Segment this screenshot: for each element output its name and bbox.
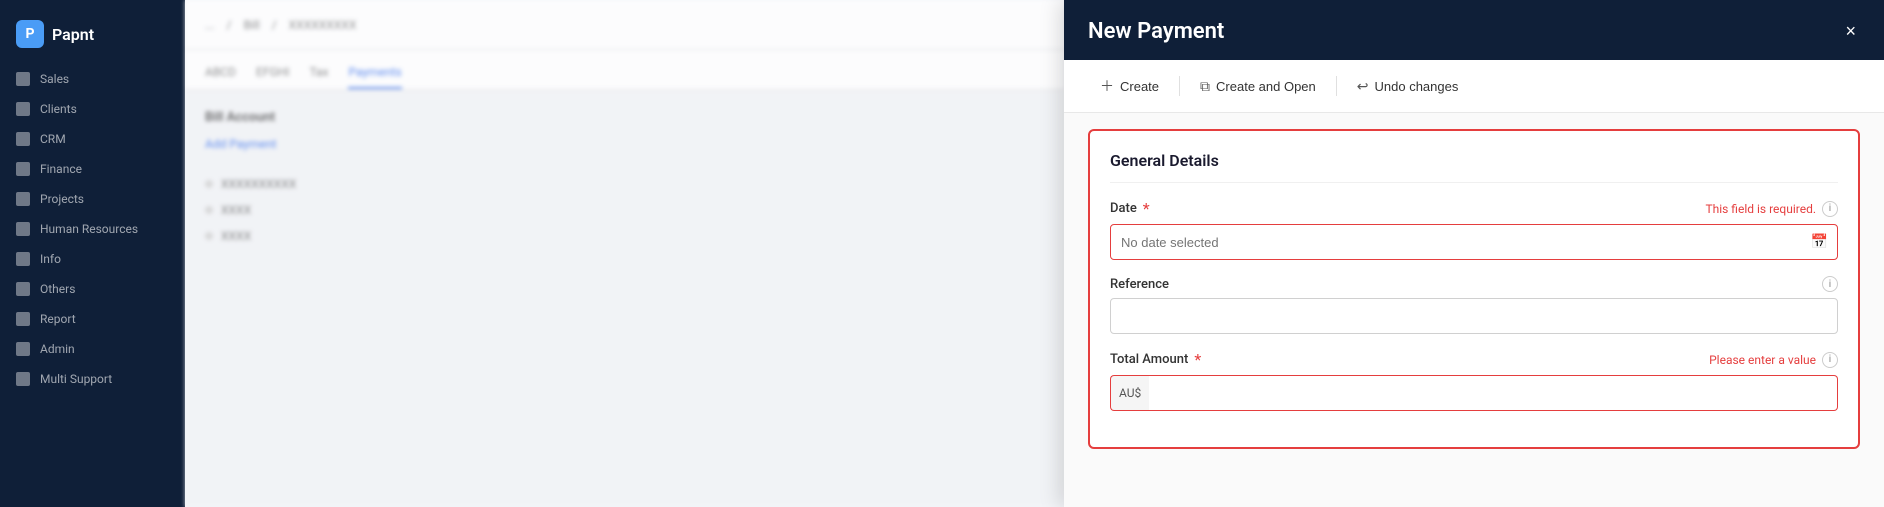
report-icon [16, 312, 30, 326]
multi-support-icon [16, 372, 30, 386]
breadcrumb-part-1: ... [205, 18, 215, 32]
reference-input[interactable] [1110, 298, 1838, 334]
add-payment-link[interactable]: Add Payment [205, 137, 1044, 151]
list-dot [205, 180, 213, 188]
date-error-message: This field is required. [1705, 202, 1816, 216]
sidebar-item-crm[interactable]: CRM [0, 124, 185, 154]
sidebar-item-label: Clients [40, 102, 77, 116]
projects-icon [16, 192, 30, 206]
tab-efghi[interactable]: EFGHI [256, 57, 289, 89]
breadcrumb-separator2: / [272, 18, 277, 32]
sidebar-item-finance[interactable]: Finance [0, 154, 185, 184]
logo-icon: P [16, 20, 44, 48]
clients-icon [16, 102, 30, 116]
total-amount-label-row: Total Amount * Please enter a value i [1110, 350, 1838, 369]
hr-icon [16, 222, 30, 236]
sidebar-item-clients[interactable]: Clients [0, 94, 185, 124]
undo-changes-label: Undo changes [1375, 79, 1459, 94]
general-details-title: General Details [1110, 151, 1838, 183]
sidebar-item-sales[interactable]: Sales [0, 64, 185, 94]
sidebar-item-label: Info [40, 252, 61, 266]
sidebar-item-report[interactable]: Report [0, 304, 185, 334]
sidebar-item-label: Admin [40, 342, 75, 356]
currency-prefix: AU$ [1110, 375, 1149, 411]
create-button[interactable]: ＋ Create [1088, 70, 1171, 102]
breadcrumb-separator: / [227, 18, 232, 32]
list-item: XXXXXXXXXX [205, 171, 1044, 197]
reference-label-row: Reference i [1110, 276, 1838, 292]
create-button-label: Create [1120, 79, 1159, 94]
sales-icon [16, 72, 30, 86]
sidebar-item-label: Human Resources [40, 222, 138, 236]
date-required-star: * [1143, 199, 1150, 218]
create-and-open-button[interactable]: ⧉ Create and Open [1188, 72, 1328, 101]
tab-tax[interactable]: Tax [309, 57, 328, 89]
total-amount-input-wrapper: AU$ [1110, 375, 1838, 411]
breadcrumb-part-3: XXXXXXXXX [289, 18, 357, 32]
total-amount-label: Total Amount [1110, 352, 1188, 367]
toolbar-divider-1 [1179, 76, 1180, 96]
tab-payments[interactable]: Payments [348, 57, 401, 89]
close-button[interactable]: × [1841, 18, 1860, 44]
others-icon [16, 282, 30, 296]
panel-header: New Payment × [1064, 0, 1884, 60]
breadcrumb-part-2: Bill [243, 18, 259, 32]
sidebar-logo[interactable]: P Papnt [0, 12, 185, 64]
admin-icon [16, 342, 30, 356]
general-details-card: General Details Date * This field is req… [1088, 129, 1860, 449]
info-icon [16, 252, 30, 266]
total-amount-required-star: * [1194, 350, 1201, 369]
undo-changes-button[interactable]: ↩ Undo changes [1345, 72, 1471, 101]
create-open-icon: ⧉ [1200, 78, 1210, 95]
plus-icon: ＋ [1100, 76, 1114, 96]
total-amount-error-message: Please enter a value [1709, 353, 1816, 367]
sidebar-item-label: Multi Support [40, 372, 112, 386]
total-amount-input[interactable] [1149, 375, 1838, 411]
date-input[interactable] [1110, 224, 1838, 260]
new-payment-panel: New Payment × ＋ Create ⧉ Create and Open… [1064, 0, 1884, 507]
panel-toolbar: ＋ Create ⧉ Create and Open ↩ Undo change… [1064, 60, 1884, 113]
sidebar-item-projects[interactable]: Projects [0, 184, 185, 214]
sidebar-item-label: Others [40, 282, 75, 296]
main-content-background: ... / Bill / XXXXXXXXX ABCD EFGHI Tax Pa… [185, 0, 1064, 507]
reference-field-row: Reference i [1110, 276, 1838, 334]
total-amount-info-icon[interactable]: i [1822, 352, 1838, 368]
reference-input-wrapper [1110, 298, 1838, 334]
toolbar-divider-2 [1336, 76, 1337, 96]
date-input-wrapper: 📅 [1110, 224, 1838, 260]
panel-body: General Details Date * This field is req… [1064, 113, 1884, 507]
finance-icon [16, 162, 30, 176]
sidebar-item-admin[interactable]: Admin [0, 334, 185, 364]
sidebar-item-multi-support[interactable]: Multi Support [0, 364, 185, 394]
sidebar-item-info[interactable]: Info [0, 244, 185, 274]
sidebar-item-label: Finance [40, 162, 82, 176]
sidebar-item-label: Report [40, 312, 76, 326]
date-field-row: Date * This field is required. i 📅 [1110, 199, 1838, 260]
sidebar-item-others[interactable]: Others [0, 274, 185, 304]
date-info-icon[interactable]: i [1822, 201, 1838, 217]
total-amount-field-row: Total Amount * Please enter a value i AU… [1110, 350, 1838, 411]
create-and-open-label: Create and Open [1216, 79, 1316, 94]
list-item: XXXX [205, 197, 1044, 223]
undo-icon: ↩ [1357, 78, 1369, 95]
panel-title: New Payment [1088, 19, 1224, 44]
sidebar: P Papnt Sales Clients CRM Finance Projec… [0, 0, 185, 507]
sidebar-item-label: Projects [40, 192, 84, 206]
date-label-row: Date * This field is required. i [1110, 199, 1838, 218]
list-dot [205, 232, 213, 240]
sidebar-item-label: Sales [40, 72, 69, 86]
sidebar-item-label: CRM [40, 132, 66, 146]
list-item: XXXX [205, 223, 1044, 249]
reference-info-icon[interactable]: i [1822, 276, 1838, 292]
crm-icon [16, 132, 30, 146]
section-heading: Bill Account [205, 110, 1044, 125]
list-dot [205, 206, 213, 214]
reference-label: Reference [1110, 277, 1169, 292]
date-label: Date [1110, 201, 1137, 216]
sidebar-item-hr[interactable]: Human Resources [0, 214, 185, 244]
tab-abcd[interactable]: ABCD [205, 57, 236, 89]
logo-text: Papnt [52, 25, 94, 44]
